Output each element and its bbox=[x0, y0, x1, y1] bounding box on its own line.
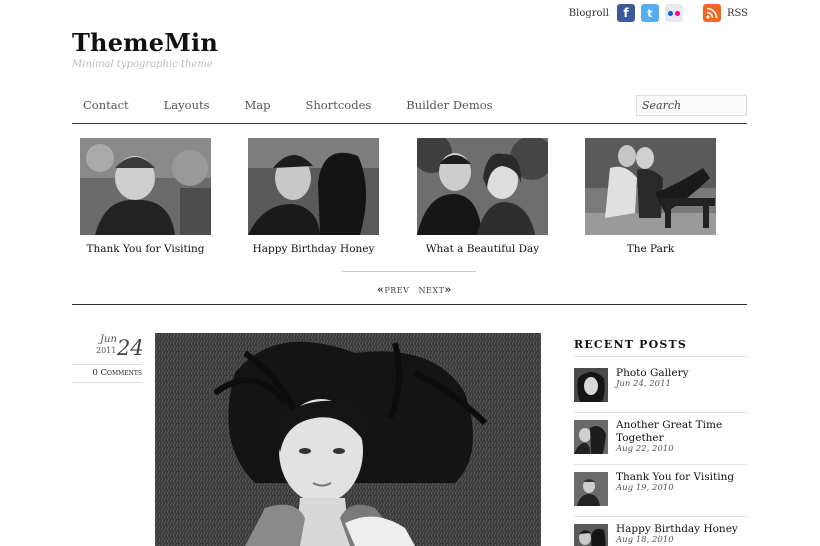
nav-item-layouts[interactable]: Layouts bbox=[153, 98, 210, 112]
slider-bottom-divider bbox=[72, 304, 747, 305]
recent-post-date: Aug 19, 2010 bbox=[616, 483, 674, 493]
nav-item-map[interactable]: Map bbox=[234, 98, 271, 112]
recent-post-thumbnail[interactable] bbox=[574, 420, 608, 454]
recent-post-item[interactable]: Another Great Time Together Aug 22, 2010 bbox=[574, 419, 747, 464]
slide-item[interactable]: What a Beautiful Day bbox=[417, 138, 548, 255]
site-tagline: Minimal typographic theme bbox=[72, 59, 213, 70]
divider bbox=[574, 516, 747, 517]
nav-item-shortcodes[interactable]: Shortcodes bbox=[295, 98, 372, 112]
search-input[interactable]: Search bbox=[636, 95, 747, 116]
post-date-month: Jun bbox=[100, 334, 117, 345]
next-arrow-icon[interactable]: » bbox=[444, 283, 451, 296]
main-nav: Contact Layouts Map Shortcodes Builder D… bbox=[72, 98, 517, 112]
slide-caption[interactable]: The Park bbox=[585, 243, 716, 255]
rss-link[interactable]: RSS bbox=[727, 8, 748, 19]
slider-divider bbox=[342, 271, 476, 272]
post-date-year: 2011 bbox=[96, 346, 117, 355]
recent-post-thumbnail[interactable] bbox=[574, 524, 608, 546]
slide-item[interactable]: Happy Birthday Honey bbox=[248, 138, 379, 255]
nav-item-contact[interactable]: Contact bbox=[72, 98, 129, 112]
divider bbox=[574, 356, 747, 357]
slide-caption[interactable]: Happy Birthday Honey bbox=[248, 243, 379, 255]
recent-post-item[interactable]: Thank You for Visiting Aug 19, 2010 bbox=[574, 471, 747, 512]
recent-post-date: Aug 22, 2010 bbox=[616, 444, 674, 454]
nav-item-builder-demos[interactable]: Builder Demos bbox=[395, 98, 492, 112]
post-featured-image[interactable] bbox=[155, 333, 541, 546]
slider-pager: «PREV NEXT» bbox=[377, 283, 452, 296]
slide-photo[interactable] bbox=[80, 138, 211, 235]
slide-photo[interactable] bbox=[585, 138, 716, 235]
nav-divider bbox=[72, 123, 747, 124]
post-date-day: 24 bbox=[117, 336, 144, 360]
slide-photo[interactable] bbox=[248, 138, 379, 235]
recent-post-thumbnail[interactable] bbox=[574, 472, 608, 506]
top-bar: Blogroll f t RSS bbox=[569, 4, 748, 22]
recent-posts-heading: RECENT POSTS bbox=[574, 338, 688, 351]
recent-post-date: Jun 24, 2011 bbox=[616, 379, 671, 389]
facebook-icon[interactable]: f bbox=[616, 4, 635, 22]
slide-caption[interactable]: What a Beautiful Day bbox=[417, 243, 548, 255]
twitter-icon[interactable]: t bbox=[640, 4, 659, 22]
recent-post-item[interactable]: Photo Gallery Jun 24, 2011 bbox=[574, 367, 747, 408]
recent-post-thumbnail[interactable] bbox=[574, 368, 608, 402]
next-button[interactable]: NEXT bbox=[419, 286, 445, 295]
comments-link[interactable]: 0 Comments bbox=[72, 364, 142, 383]
rss-icon[interactable] bbox=[702, 4, 721, 22]
slide-caption[interactable]: Thank You for Visiting bbox=[80, 243, 211, 255]
recent-post-date: Aug 18, 2010 bbox=[616, 535, 674, 545]
slide-photo[interactable] bbox=[417, 138, 548, 235]
slide-item[interactable]: The Park bbox=[585, 138, 716, 255]
flickr-icon[interactable] bbox=[664, 4, 683, 22]
recent-post-title[interactable]: Another Great Time Together bbox=[616, 419, 746, 445]
divider bbox=[574, 464, 747, 465]
prev-button[interactable]: PREV bbox=[384, 286, 409, 295]
blogroll-link[interactable]: Blogroll bbox=[569, 8, 609, 19]
site-title[interactable]: ThemeMin bbox=[72, 28, 218, 57]
divider bbox=[574, 412, 747, 413]
recent-post-item[interactable]: Happy Birthday Honey Aug 18, 2010 bbox=[574, 523, 747, 546]
slide-item[interactable]: Thank You for Visiting bbox=[80, 138, 211, 255]
